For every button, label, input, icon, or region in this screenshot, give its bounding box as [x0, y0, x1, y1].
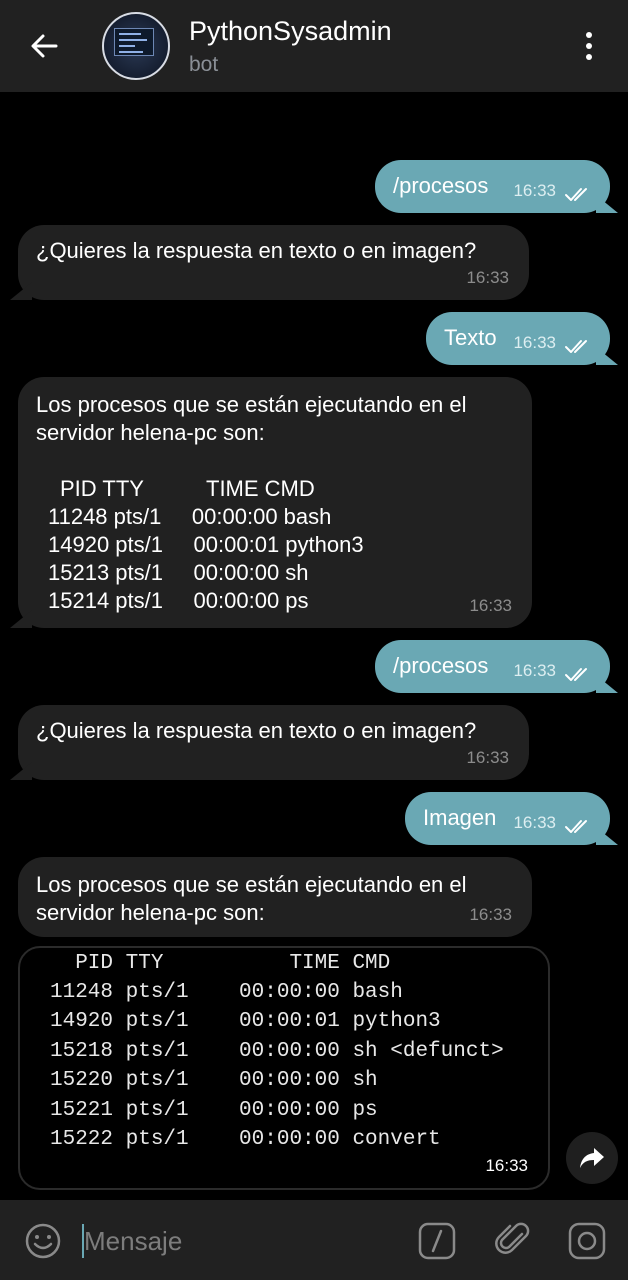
process-row: 14920 pts/1 00:00:01 python3	[48, 532, 364, 557]
double-check-icon	[565, 188, 587, 201]
bot-command-icon[interactable]	[418, 1222, 456, 1260]
message-text-line: servidor helena-pc son:	[36, 420, 265, 445]
message-time: 16:33	[466, 748, 509, 767]
avatar-screen-graphic	[114, 28, 154, 56]
message-text: /procesos	[393, 653, 489, 678]
chat-title[interactable]: PythonSysadmin	[189, 16, 392, 47]
message-time: 16:33	[469, 905, 512, 924]
process-row: 15214 pts/1 00:00:00 ps	[48, 588, 309, 613]
message-text: ¿Quieres la respuesta en texto o en imag…	[36, 238, 477, 263]
attach-icon[interactable]	[494, 1220, 532, 1260]
outgoing-message[interactable]: /procesos 16:33	[375, 640, 610, 693]
message-text: Texto	[444, 325, 497, 350]
outgoing-message[interactable]: Texto 16:33	[426, 312, 610, 365]
message-text: Imagen	[423, 805, 497, 830]
process-table-header: TIME CMD	[206, 476, 315, 501]
message-time: 16:33	[513, 661, 556, 680]
message-time: 16:33	[513, 333, 556, 352]
message-text: ¿Quieres la respuesta en texto o en imag…	[36, 718, 477, 743]
double-check-icon	[565, 668, 587, 681]
process-table-header: PID TTY	[60, 476, 144, 501]
image-process-row: 14920 pts/1 00:00:01 python3	[50, 1010, 441, 1033]
image-process-row: PID TTY TIME CMD	[50, 952, 391, 975]
message-time: 16:33	[466, 268, 509, 287]
image-message[interactable]: PID TTY TIME CMD 11248 pts/1 00:00:00 ba…	[18, 946, 550, 1190]
double-check-icon	[565, 340, 587, 353]
message-text-line: Los procesos que se están ejecutando en …	[36, 872, 467, 897]
back-arrow-icon[interactable]	[24, 26, 64, 66]
chat-header: PythonSysadmin bot	[0, 0, 628, 92]
camera-icon[interactable]	[568, 1222, 606, 1260]
image-process-row: 15221 pts/1 00:00:00 ps	[50, 1099, 378, 1122]
share-forward-icon[interactable]	[566, 1132, 618, 1184]
chat-history[interactable]: /procesos 16:33 ¿Quieres la respuesta en…	[0, 92, 628, 1200]
image-process-row: 15218 pts/1 00:00:00 sh <defunct>	[50, 1040, 504, 1063]
process-row: 11248 pts/1 00:00:00 bash	[48, 504, 332, 529]
message-time: 16:33	[513, 813, 556, 832]
incoming-message[interactable]: Los procesos que se están ejecutando en …	[18, 377, 532, 628]
message-input-bar: Mensaje	[0, 1200, 628, 1280]
image-process-row: 15222 pts/1 00:00:00 convert	[50, 1128, 441, 1151]
message-text-line: Los procesos que se están ejecutando en …	[36, 392, 467, 417]
message-time: 16:33	[469, 596, 512, 615]
emoji-icon[interactable]	[24, 1222, 62, 1260]
incoming-message[interactable]: ¿Quieres la respuesta en texto o en imag…	[18, 705, 529, 780]
image-process-row: 15220 pts/1 00:00:00 sh	[50, 1069, 378, 1092]
double-check-icon	[565, 820, 587, 833]
message-text-line: servidor helena-pc son:	[36, 900, 265, 925]
bot-avatar[interactable]	[102, 12, 170, 80]
message-input[interactable]: Mensaje	[84, 1226, 182, 1257]
incoming-message[interactable]: ¿Quieres la respuesta en texto o en imag…	[18, 225, 529, 300]
outgoing-message[interactable]: Imagen 16:33	[405, 792, 610, 845]
message-time: 16:33	[485, 1156, 528, 1175]
image-process-row: 11248 pts/1 00:00:00 bash	[50, 981, 403, 1004]
message-text: /procesos	[393, 173, 489, 198]
chat-subtitle: bot	[189, 53, 219, 76]
more-vert-icon[interactable]	[574, 28, 604, 64]
process-row: 15213 pts/1 00:00:00 sh	[48, 560, 309, 585]
outgoing-message[interactable]: /procesos 16:33	[375, 160, 610, 213]
incoming-message[interactable]: Los procesos que se están ejecutando en …	[18, 857, 532, 937]
message-time: 16:33	[513, 181, 556, 200]
